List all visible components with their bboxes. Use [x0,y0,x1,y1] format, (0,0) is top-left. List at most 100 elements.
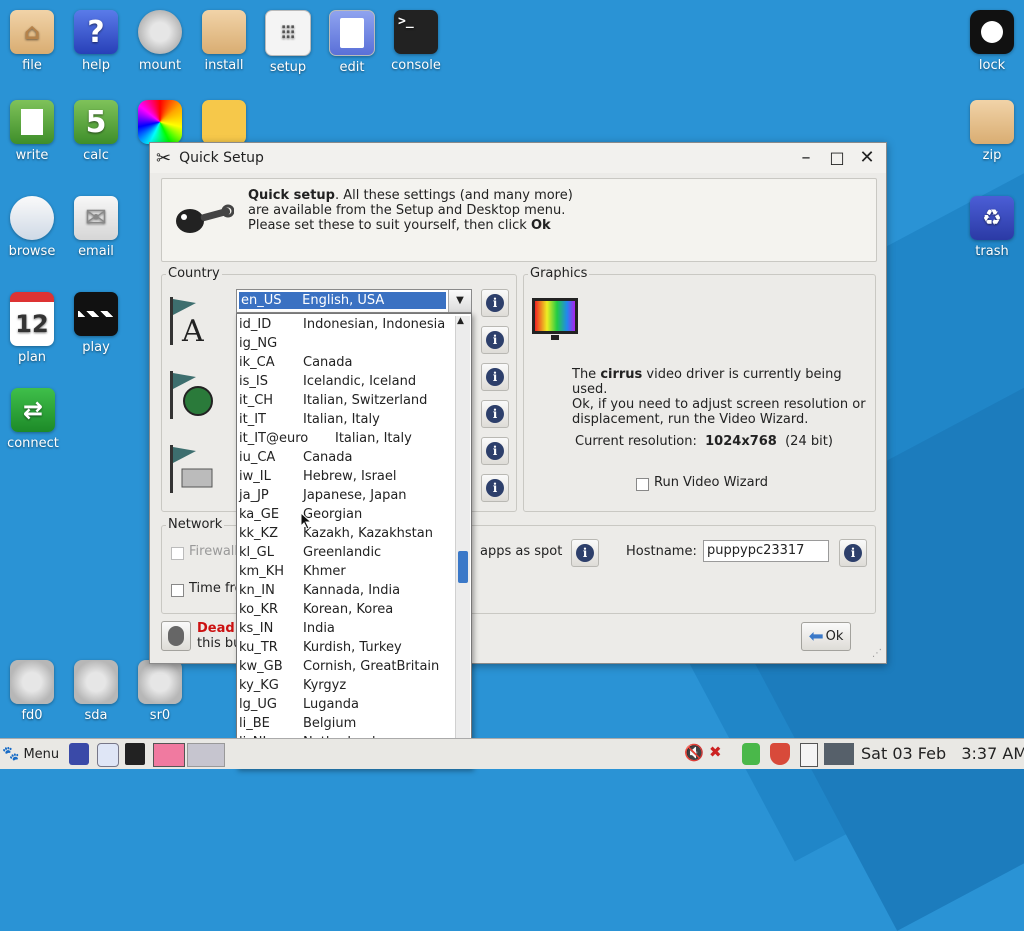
locale-option[interactable]: km_KH Khmer [239,562,346,581]
info-button[interactable]: i [481,474,509,502]
desktop-icon-label: install [204,58,244,73]
locale-option[interactable]: ig_NG [239,334,303,353]
desktop-icon-sda[interactable]: sda [64,660,128,723]
info-button[interactable]: i [481,326,509,354]
desktop-icon-play[interactable]: play [64,292,128,355]
desktop-icon-lock[interactable]: lock [960,10,1024,73]
firewall-checkbox[interactable] [171,547,184,560]
mouse-icon [168,626,184,646]
desktop-icon-browse[interactable]: browse [0,196,64,259]
locale-combobox[interactable]: en_US English, USA ▼ [236,289,472,313]
desktop-icon-plan[interactable]: 12 plan [0,292,64,365]
info-button[interactable]: i [481,437,509,465]
info-icon: i [486,331,504,349]
locale-option[interactable]: ky_KG Kyrgyz [239,676,346,695]
locale-option[interactable]: is_IS Icelandic, Iceland [239,372,416,391]
locale-option-name: Kyrgyz [303,678,347,693]
desktop-pager-2[interactable] [187,743,225,767]
vertical-scroll-thumb[interactable] [458,551,468,583]
desktop-icon-draw[interactable] [192,100,256,148]
hostname-input[interactable]: puppypc23317 [703,540,829,562]
locale-option[interactable]: lg_UG Luganda [239,695,359,714]
desktop-icon-trash[interactable]: ♻ trash [960,196,1024,259]
locale-option[interactable]: ko_KR Korean, Korea [239,600,393,619]
locale-option-code: kk_KZ [239,526,278,541]
window-titlebar[interactable]: ✂ Quick Setup – □ ✕ [150,143,886,173]
locale-option[interactable]: kk_KZ Kazakh, Kazakhstan [239,524,433,543]
locale-option[interactable]: kl_GL Greenlandic [239,543,381,562]
locale-option[interactable]: li_BE Belgium [239,714,356,733]
desktop-icon-calc[interactable]: 5 calc [64,100,128,163]
storage-icon[interactable] [742,743,760,765]
desktop-icon-file[interactable]: ⌂ file [0,10,64,73]
chevron-down-icon[interactable]: ▼ [448,290,471,312]
video-wizard-checkbox[interactable] [636,478,649,491]
locale-dropdown-list[interactable]: id_ID Indonesian, Indonesia ig_NG ik_CA Cana… [236,313,472,769]
maximize-button[interactable]: □ [827,148,847,168]
desktop-icon-setup[interactable]: ⫶⫶⫶ setup [256,10,320,75]
desktop-icon-console[interactable]: >_ console [384,10,448,73]
vertical-scrollbar[interactable]: ▲ ▼ [455,316,470,748]
info-button[interactable]: i [571,539,599,567]
locale-option-code: kw_GB [239,659,283,674]
locale-option[interactable]: kn_IN Kannada, India [239,581,400,600]
locale-option[interactable]: it_CH Italian, Switzerland [239,391,427,410]
resize-grip-icon[interactable]: ⋰ [872,648,882,659]
locale-option[interactable]: it_IT@euro Italian, Italy [239,429,412,448]
locale-option[interactable]: ku_TR Kurdish, Turkey [239,638,402,657]
close-button[interactable]: ✕ [857,148,877,168]
network-disconnected-icon[interactable]: ✖ [709,743,737,765]
desktop-icon-sr0[interactable]: sr0 [128,660,192,723]
desktop-icon-write[interactable]: write [0,100,64,163]
scroll-up-icon[interactable]: ▲ [457,316,464,326]
desktop-icon-edit[interactable]: edit [320,10,384,75]
info-button[interactable]: i [481,363,509,391]
locale-option[interactable]: ja_JP Japanese, Japan [239,486,407,505]
floppy-icon [10,660,54,704]
desktop-icon-install[interactable]: install [192,10,256,73]
clipboard-icon[interactable] [800,743,818,767]
locale-option[interactable]: iw_IL Hebrew, Israel [239,467,397,486]
info-button[interactable]: i [839,539,867,567]
locale-option-name: Italian, Italy [303,412,380,427]
desktop-icon-paint[interactable] [128,100,192,148]
mixer-icon: ⫶⫶⫶ [265,10,311,56]
info-button[interactable]: i [481,400,509,428]
desktop-pager-1[interactable] [153,743,185,767]
minimize-button[interactable]: – [796,148,816,168]
locale-option-code: iw_IL [239,469,271,484]
desktop-icon-zip[interactable]: zip [960,100,1024,163]
desktop-icon-help[interactable]: ? help [64,10,128,73]
terminal-launcher-icon[interactable] [125,743,145,765]
screen-icon[interactable] [824,743,854,765]
desktop-icon-connect[interactable]: ⇄ connect [1,388,65,451]
clock[interactable]: Sat 03 Feb 3:37 AM [861,743,1024,765]
locale-option[interactable]: iu_CA Canada [239,448,352,467]
locale-option-code: lg_UG [239,697,277,712]
locale-option[interactable]: kw_GB Cornish, GreatBritain [239,657,439,676]
locale-option[interactable]: id_ID Indonesian, Indonesia [239,315,445,334]
desktop-icon-fd0[interactable]: fd0 [0,660,64,723]
desktop-icon-mount[interactable]: mount [128,10,192,73]
locale-option[interactable]: ks_IN India [239,619,335,638]
folder-icon: ⌂ [10,10,54,54]
desktop-icon-label: connect [7,436,59,451]
color-wheel-icon [138,100,182,144]
cloud-icon [10,196,54,240]
firewall-shield-icon[interactable] [770,743,790,765]
locale-option[interactable]: it_IT Italian, Italy [239,410,380,429]
info-icon: i [844,544,862,562]
locale-option-code: km_KH [239,564,284,579]
ok-button[interactable]: ⬅ Ok [801,622,851,651]
speaker-muted-icon[interactable]: 🔇 [684,743,704,765]
image-file-icon [202,100,246,144]
desktop-icon-email[interactable]: ✉ email [64,196,128,259]
mouse-button[interactable] [161,621,191,651]
file-manager-launcher-icon[interactable] [69,743,89,765]
start-menu-button[interactable]: 🐾 Menu [2,743,66,765]
word-processor-icon [10,100,54,144]
locale-option[interactable]: ik_CA Canada [239,353,352,372]
browser-launcher-icon[interactable] [97,743,119,767]
time-sync-checkbox[interactable] [171,584,184,597]
info-button[interactable]: i [481,289,509,317]
